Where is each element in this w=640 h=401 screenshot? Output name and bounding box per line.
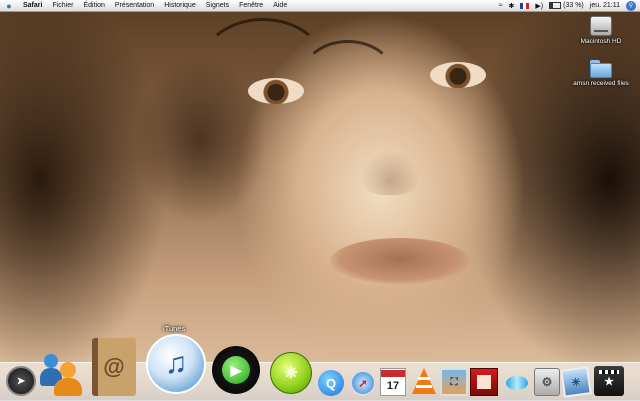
wallpaper-hair-curl <box>300 40 396 116</box>
safari-icon[interactable]: ➚ <box>350 370 376 396</box>
bluetooth-icon[interactable]: ✱ <box>509 2 515 10</box>
preview-icon[interactable]: ⛶ <box>440 368 468 396</box>
quicktime-icon[interactable]: Q <box>318 370 344 396</box>
spotlight-icon[interactable]: ⚲ <box>626 0 636 11</box>
battery-status[interactable]: (33 %) <box>549 2 584 9</box>
limewire-icon[interactable]: ❋ <box>270 352 312 394</box>
photo-booth-icon[interactable] <box>470 368 498 396</box>
wallpaper-eye <box>248 78 304 104</box>
menu-fenetre[interactable]: Fenêtre <box>234 2 268 9</box>
menu-bar: ● Safari Fichier Édition Présentation Hi… <box>0 0 640 12</box>
menu-fichier[interactable]: Fichier <box>47 2 78 9</box>
hard-drive-icon <box>590 16 612 36</box>
imovie-icon[interactable]: ★ <box>594 366 624 396</box>
desktop-icon-amsn-received-files[interactable]: amsn received files <box>561 60 640 87</box>
ical-icon[interactable]: 17 <box>380 368 406 396</box>
french-flag-icon[interactable] <box>520 2 530 9</box>
menu-signets[interactable]: Signets <box>201 2 234 9</box>
media-player-icon[interactable]: ▶ <box>212 346 260 394</box>
desktop-icon-macintosh-hd[interactable]: Macintosh HD <box>561 16 640 45</box>
iphoto-icon[interactable]: ☀ <box>560 366 592 398</box>
menu-aide[interactable]: Aide <box>268 2 292 9</box>
menu-historique[interactable]: Historique <box>159 2 201 9</box>
menu-safari[interactable]: Safari <box>18 2 47 9</box>
dock-tooltip: iTunes <box>163 324 186 333</box>
menu-presentation[interactable]: Présentation <box>110 2 159 9</box>
ical-date: 17 <box>386 379 400 392</box>
menu-edition[interactable]: Édition <box>78 2 109 9</box>
desktop-icon-label: amsn received files <box>573 80 629 87</box>
msn-buddies-icon[interactable] <box>40 352 84 396</box>
desktop-icon-label: Macintosh HD <box>580 38 622 45</box>
wallpaper-eye <box>430 62 486 88</box>
menu-clock[interactable]: jeu. 21:11 <box>590 2 620 9</box>
volume-icon[interactable]: ▶) <box>535 2 543 10</box>
dashboard-icon[interactable]: ➤ <box>6 366 36 396</box>
menu-extras: ≈ ✱ ▶) (33 %) jeu. 21:11 ⚲ <box>499 0 640 11</box>
itunes-icon[interactable]: ♫ <box>146 334 206 394</box>
battery-icon <box>549 2 562 9</box>
system-preferences-icon[interactable]: ⚙ <box>534 368 560 396</box>
folder-icon <box>590 60 612 78</box>
wifi-icon[interactable]: ≈ <box>499 2 503 9</box>
apple-icon[interactable]: ● <box>0 1 18 11</box>
wallpaper-lips <box>330 238 470 284</box>
fish-icon[interactable] <box>502 370 532 396</box>
vlc-icon[interactable] <box>410 366 438 396</box>
address-book-icon[interactable]: @ <box>92 338 136 396</box>
battery-percent: (33 %) <box>563 2 584 9</box>
wallpaper-nose <box>360 150 420 195</box>
